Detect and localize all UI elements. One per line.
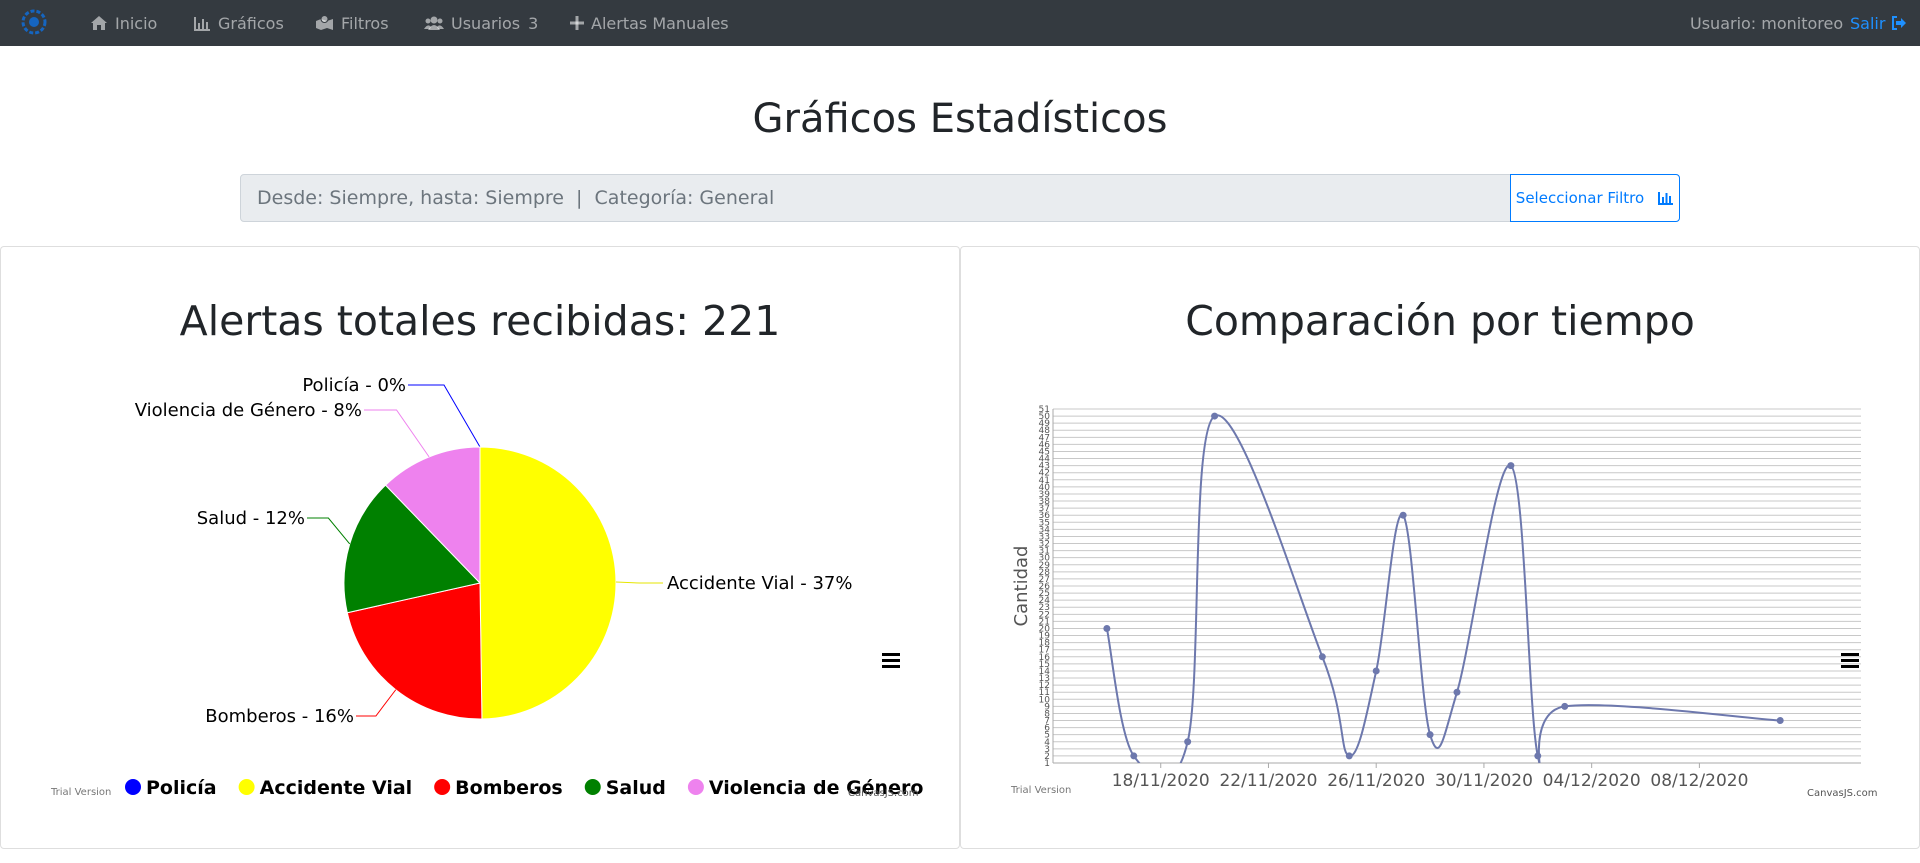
sign-out-icon (1892, 16, 1907, 30)
home-icon (91, 16, 107, 30)
legend-marker (238, 779, 255, 795)
pie-canvasjs-credit[interactable]: CanvasJS.com (848, 788, 919, 799)
line-chart: 1234567891011121314151617181920212223242… (1011, 405, 1861, 791)
pie-label-connector (615, 581, 663, 584)
pie-chart-card: Alertas totales recibidas: 221 Policía -… (0, 246, 960, 849)
data-point (1426, 731, 1434, 739)
x-tick-label: 22/11/2020 (1219, 771, 1317, 791)
data-point (1345, 752, 1353, 760)
data-point (1211, 412, 1219, 420)
nav-usuarios[interactable]: Usuarios 3 (424, 0, 538, 46)
x-tick-label: 08/12/2020 (1650, 771, 1748, 791)
pie-trial-watermark: Trial Version (51, 787, 112, 798)
nav-filtros[interactable]: Filtros (315, 0, 389, 46)
pie-slice-label: Bomberos - 16% (205, 706, 354, 727)
users-count-badge: 3 (528, 13, 539, 33)
nav-filtros-label: Filtros (341, 13, 389, 33)
pie-label-connector (356, 689, 397, 717)
data-point (1507, 462, 1515, 470)
y-axis-label: Cantidad (1011, 546, 1032, 627)
legend-label: Accidente Vial (260, 777, 413, 799)
page-title: Gráficos Estadísticos (752, 96, 1168, 142)
data-point (1318, 653, 1326, 661)
data-point (1776, 717, 1784, 725)
x-tick-label: 26/11/2020 (1327, 771, 1425, 791)
line-trial-watermark: Trial Version (1011, 785, 1072, 796)
bar-chart-icon (1658, 192, 1674, 205)
legend-label: Salud (606, 777, 666, 799)
pie-label-connector (364, 409, 430, 458)
pie-chart: Policía - 0% Accidente Vial - 37% Bomberos… (125, 375, 923, 799)
legend-marker (434, 779, 451, 795)
data-point (1184, 738, 1192, 746)
x-tick-label: 18/11/2020 (1112, 771, 1210, 791)
series-line (1105, 414, 1781, 763)
current-user-label: Usuario: monitoreo (1690, 13, 1844, 33)
data-point (1534, 752, 1542, 760)
pie-slice-label: Policía - 0% (302, 375, 406, 396)
bar-chart-icon (194, 16, 210, 31)
pie-slice (479, 446, 617, 720)
y-tick-label: 51 (1039, 405, 1050, 415)
legend-marker (584, 779, 601, 795)
pie-label-connector (307, 517, 351, 545)
logout-link[interactable]: Salir (1850, 0, 1907, 46)
select-filter-label: Seleccionar Filtro (1515, 189, 1645, 207)
nav-alertas-manuales[interactable]: Alertas Manuales (570, 0, 729, 46)
x-tick-label: 04/12/2020 (1543, 771, 1641, 791)
nav-inicio[interactable]: Inicio (90, 0, 157, 46)
plus-icon (570, 16, 584, 30)
legend-marker (125, 779, 141, 795)
top-navbar: Inicio Gráficos Filtros Usuarios 3 Alert… (0, 0, 1920, 46)
nav-alertas-manuales-label: Alertas Manuales (591, 13, 729, 33)
data-point (1453, 688, 1461, 696)
pie-label-connector (408, 384, 481, 448)
nav-graficos-label: Gráficos (218, 13, 284, 33)
line-chart-card: Comparación por tiempo 1 2 3 4 5 6 7 8 9 10 11 12 13… (960, 246, 1920, 849)
nav-graficos[interactable]: Gráficos (194, 0, 284, 46)
filter-summary-text: Desde: Siempre, hasta: Siempre | Categor… (257, 187, 775, 209)
filter-summary-field: Desde: Siempre, hasta: Siempre | Categor… (240, 174, 1511, 222)
data-point (1103, 624, 1111, 632)
nav-usuarios-label: Usuarios (451, 13, 521, 33)
x-tick-label: 30/11/2020 (1435, 771, 1533, 791)
logout-label: Salir (1850, 13, 1886, 33)
nav-inicio-label: Inicio (115, 13, 158, 33)
data-point (1372, 667, 1380, 675)
data-point (1399, 511, 1407, 519)
pie-slice-label: Violencia de Género - 8% (135, 400, 362, 421)
line-canvasjs-credit[interactable]: CanvasJS.com (1807, 788, 1878, 799)
data-point (1561, 702, 1569, 710)
brand-logo-icon[interactable] (20, 8, 48, 36)
pie-slice-label: Salud - 12% (197, 508, 305, 529)
legend-label: Bomberos (455, 777, 563, 799)
legend-label: Policía (146, 777, 217, 799)
pie-slice-label: Accidente Vial - 37% (667, 573, 852, 594)
map-marked-icon (316, 15, 333, 30)
users-icon (424, 16, 444, 30)
data-point (1130, 752, 1138, 760)
select-filter-button[interactable]: Seleccionar Filtro (1510, 174, 1680, 222)
legend-marker (687, 779, 704, 795)
